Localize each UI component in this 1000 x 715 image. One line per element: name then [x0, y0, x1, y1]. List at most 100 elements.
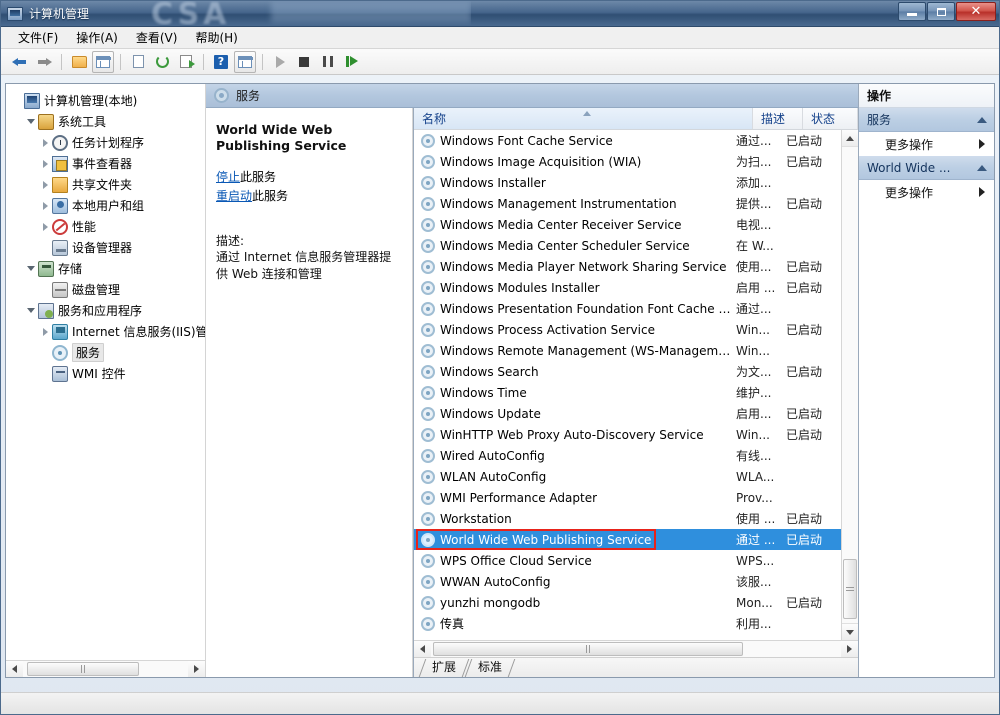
twisty-expanded-icon[interactable] [24, 308, 38, 313]
table-row[interactable]: Workstation 使用 ... 已启动 [414, 508, 841, 529]
restart-service-icon[interactable] [341, 51, 363, 73]
table-row[interactable]: Windows Installer 添加... [414, 172, 841, 193]
tree-scroll-thumb[interactable] [27, 662, 139, 676]
actions-more-selected-service[interactable]: 更多操作 [859, 180, 994, 204]
table-row[interactable]: Windows Presentation Foundation Font Cac… [414, 298, 841, 319]
table-row[interactable]: World Wide Web Publishing Service 通过 ... 已… [414, 529, 841, 550]
tree-node-11[interactable]: Internet 信息服务(IIS)管 [6, 321, 205, 342]
tree-node-2[interactable]: 任务计划程序 [6, 132, 205, 153]
refresh-icon[interactable] [151, 51, 173, 73]
table-row[interactable]: Windows Font Cache Service 通过... 已启动 [414, 130, 841, 151]
menu-help[interactable]: 帮助(H) [186, 27, 246, 48]
up-folder-icon[interactable] [68, 51, 90, 73]
services-hscroll-track[interactable] [431, 641, 841, 657]
table-row[interactable]: Windows Modules Installer 启用 ... 已启动 [414, 277, 841, 298]
twisty-collapsed-icon[interactable] [38, 138, 52, 147]
table-row[interactable]: Windows Time 维护... [414, 382, 841, 403]
actions-group-selected-service[interactable]: World Wide ... [859, 156, 994, 180]
services-scroll-down-button[interactable] [842, 623, 858, 640]
chevron-up-icon[interactable] [977, 164, 987, 171]
twisty-collapsed-icon[interactable] [38, 222, 52, 231]
table-row[interactable]: Windows Remote Management (WS-Management… [414, 340, 841, 361]
table-row[interactable]: Windows Media Center Receiver Service 电视.… [414, 214, 841, 235]
services-scroll-thumb[interactable] [843, 559, 857, 619]
forward-arrow-icon[interactable] [33, 51, 55, 73]
services-horizontal-scrollbar[interactable] [414, 640, 858, 657]
twisty-expanded-icon[interactable] [24, 266, 38, 271]
close-button[interactable]: ✕ [956, 2, 996, 21]
table-row[interactable]: WWAN AutoConfig 该服... [414, 571, 841, 592]
tree-scroll-left-button[interactable] [6, 661, 23, 677]
stop-service-link[interactable]: 停止 [216, 170, 240, 184]
twisty-collapsed-icon[interactable] [38, 180, 52, 189]
services-scroll-left-button[interactable] [414, 641, 431, 657]
tree-node-3[interactable]: 事件查看器 [6, 153, 205, 174]
table-row[interactable]: WinHTTP Web Proxy Auto-Discovery Service… [414, 424, 841, 445]
table-row[interactable]: WMI Performance Adapter Prov... [414, 487, 841, 508]
twisty-collapsed-icon[interactable] [38, 159, 52, 168]
column-header-description[interactable]: 描述 [753, 108, 803, 129]
column-header-status[interactable]: 状态 [803, 108, 858, 129]
minimize-button[interactable] [898, 2, 926, 21]
chevron-right-icon[interactable] [979, 187, 985, 197]
chevron-up-icon[interactable] [977, 116, 987, 123]
services-scroll-right-button[interactable] [841, 641, 858, 657]
actions-group-services[interactable]: 服务 [859, 108, 994, 132]
tree-node-0[interactable]: 计算机管理(本地) [6, 90, 205, 111]
tree-node-12[interactable]: 服务 [6, 342, 205, 363]
chevron-right-icon[interactable] [979, 139, 985, 149]
tree-node-9[interactable]: 磁盘管理 [6, 279, 205, 300]
tab-extended[interactable]: 扩展 [420, 659, 466, 677]
twisty-expanded-icon[interactable] [24, 119, 38, 124]
pause-service-icon[interactable] [317, 51, 339, 73]
tree-node-1[interactable]: 系统工具 [6, 111, 205, 132]
table-row[interactable]: WPS Office Cloud Service WPS... [414, 550, 841, 571]
tree-node-7[interactable]: 设备管理器 [6, 237, 205, 258]
stop-service-icon[interactable] [293, 51, 315, 73]
console-tree[interactable]: 计算机管理(本地) 系统工具 任务计划程序 事件查看器 共享文件夹 本地用户和组 性能 设备管… [6, 84, 205, 660]
services-list-rows[interactable]: Windows Font Cache Service 通过... 已启动 Window… [414, 130, 841, 640]
table-row[interactable]: Windows Update 启用... 已启动 [414, 403, 841, 424]
tree-scroll-track[interactable] [23, 661, 188, 677]
properties-icon[interactable] [127, 51, 149, 73]
maximize-button[interactable] [927, 2, 955, 21]
table-row[interactable]: 传真 利用... [414, 613, 841, 634]
services-hscroll-thumb[interactable] [433, 642, 743, 656]
restart-service-link[interactable]: 重启动 [216, 189, 252, 203]
tree-node-13[interactable]: WMI 控件 [6, 363, 205, 384]
table-row[interactable]: Windows Media Player Network Sharing Ser… [414, 256, 841, 277]
table-row[interactable]: WLAN AutoConfig WLA... [414, 466, 841, 487]
table-row[interactable]: Windows Image Acquisition (WIA) 为扫... 已启动 [414, 151, 841, 172]
twisty-collapsed-icon[interactable] [38, 201, 52, 210]
services-vertical-scrollbar[interactable] [841, 130, 858, 640]
menu-action[interactable]: 操作(A) [67, 27, 127, 48]
help-icon[interactable]: ? [210, 51, 232, 73]
menu-file[interactable]: 文件(F) [9, 27, 67, 48]
back-arrow-icon[interactable] [9, 51, 31, 73]
start-service-icon[interactable] [269, 51, 291, 73]
services-scroll-track[interactable] [842, 147, 858, 623]
services-scroll-up-button[interactable] [842, 130, 858, 147]
tree-node-4[interactable]: 共享文件夹 [6, 174, 205, 195]
tree-scroll-right-button[interactable] [188, 661, 205, 677]
tree-node-8[interactable]: 存储 [6, 258, 205, 279]
table-row[interactable]: Windows Media Center Scheduler Service 在 … [414, 235, 841, 256]
table-row[interactable]: yunzhi mongodb Mon... 已启动 [414, 592, 841, 613]
tree-horizontal-scrollbar[interactable] [6, 660, 205, 677]
actions-more-services[interactable]: 更多操作 [859, 132, 994, 156]
table-row[interactable]: Wired AutoConfig 有线... [414, 445, 841, 466]
menu-view[interactable]: 查看(V) [127, 27, 187, 48]
tree-node-6[interactable]: 性能 [6, 216, 205, 237]
twisty-collapsed-icon[interactable] [38, 327, 52, 336]
table-row[interactable]: Windows Management Instrumentation 提供... 已… [414, 193, 841, 214]
table-row[interactable]: Windows Process Activation Service Win...… [414, 319, 841, 340]
export-list-icon[interactable] [175, 51, 197, 73]
table-row[interactable]: Windows Search 为文... 已启动 [414, 361, 841, 382]
tree-node-10[interactable]: 服务和应用程序 [6, 300, 205, 321]
tree-node-5[interactable]: 本地用户和组 [6, 195, 205, 216]
show-tree-icon[interactable] [92, 50, 114, 73]
column-header-name[interactable]: 名称 [414, 108, 753, 129]
tree-node-label: 存储 [58, 262, 83, 276]
tab-standard[interactable]: 标准 [466, 659, 512, 677]
show-action-pane-icon[interactable] [234, 50, 256, 73]
